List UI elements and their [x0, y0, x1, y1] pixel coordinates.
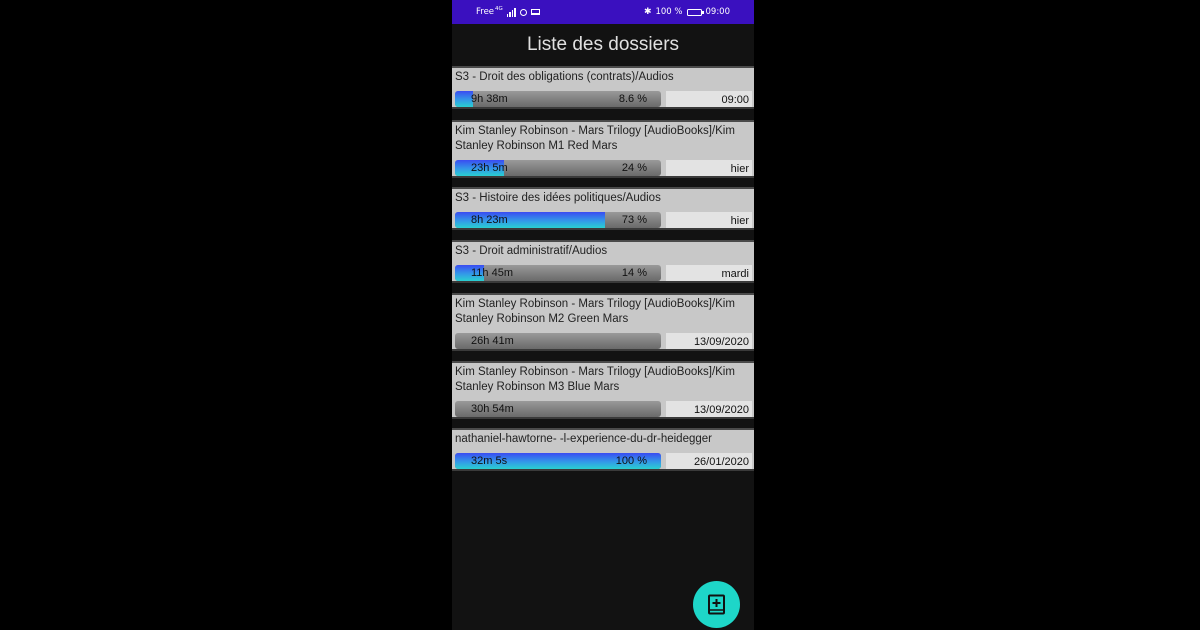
folder-name: nathaniel-hawtorne- -l-experience-du-dr-… [455, 433, 712, 445]
folder-duration: 23h 5m [471, 162, 508, 174]
carrier-label: Free [476, 7, 495, 17]
laptop-icon [530, 9, 540, 15]
add-book-icon [707, 594, 725, 614]
folder-card[interactable]: Kim Stanley Robinson - Mars Trilogy [Aud… [452, 361, 754, 419]
folder-percent: 100 % [615, 455, 647, 467]
clock: 09:00 [705, 7, 731, 17]
folder-duration: 26h 41m [471, 335, 514, 347]
folder-card[interactable]: Kim Stanley Robinson - Mars Trilogy [Aud… [452, 293, 754, 351]
bluetooth-icon: ✱ [643, 7, 652, 17]
folder-name: S3 - Droit des obligations (contrats)/Au… [455, 71, 674, 83]
folder-date: hier [666, 212, 752, 228]
status-right: ✱ 100 % 09:00 [644, 7, 730, 17]
progress-bar: 23h 5m 24 % [455, 160, 661, 176]
folder-date: 09:00 [666, 91, 752, 107]
folder-card[interactable]: S3 - Droit administratif/Audios 11h 45m 14… [452, 240, 754, 283]
progress-bar: 11h 45m 14 % [455, 265, 661, 281]
folder-name: S3 - Histoire des idées politiques/Audio… [455, 192, 661, 204]
folder-name: Kim Stanley Robinson - Mars Trilogy [Aud… [455, 366, 735, 393]
folder-percent: 73 % [621, 214, 647, 226]
folder-card[interactable]: S3 - Histoire des idées politiques/Audio… [452, 187, 754, 230]
progress-bar: 9h 38m 8.6 % [455, 91, 661, 107]
folder-duration: 9h 38m [471, 93, 508, 105]
phone-screen: Free 4G ✱ 100 % 09:00 Liste des dossiers… [452, 0, 754, 630]
folder-name: Kim Stanley Robinson - Mars Trilogy [Aud… [455, 298, 735, 325]
progress-bar: 32m 5s 100 % [455, 453, 661, 469]
progress-bar: 8h 23m 73 % [455, 212, 661, 228]
folder-name: Kim Stanley Robinson - Mars Trilogy [Aud… [455, 125, 735, 152]
battery-icon [686, 8, 704, 16]
folder-card[interactable]: Kim Stanley Robinson - Mars Trilogy [Aud… [452, 120, 754, 178]
progress-bar: 30h 54m [455, 401, 661, 417]
folder-duration: 30h 54m [471, 403, 514, 415]
folder-name: S3 - Droit administratif/Audios [455, 245, 608, 257]
folder-duration: 8h 23m [471, 214, 508, 226]
page-title: Liste des dossiers [526, 34, 680, 55]
folder-date: 26/01/2020 [666, 453, 752, 469]
folder-duration: 11h 45m [471, 267, 513, 279]
folder-date: 13/09/2020 [666, 401, 752, 417]
folder-date: hier [666, 160, 752, 176]
folder-percent: 8.6 % [618, 93, 647, 105]
folder-duration: 32m 5s [471, 455, 508, 467]
folder-percent: 14 % [621, 267, 647, 279]
folder-date: 13/09/2020 [666, 333, 752, 349]
signal-icon [506, 7, 516, 17]
status-bar: Free 4G ✱ 100 % 09:00 [452, 0, 754, 24]
progress-bar: 26h 41m [455, 333, 661, 349]
network-type: 4G [495, 6, 503, 12]
battery-percent: 100 % [655, 7, 683, 17]
status-left: Free 4G [476, 6, 540, 17]
add-folder-button[interactable] [693, 581, 740, 628]
folder-date: mardi [666, 265, 752, 281]
folder-percent: 24 % [621, 162, 647, 174]
folder-card[interactable]: nathaniel-hawtorne- -l-experience-du-dr-… [452, 428, 754, 471]
folder-card[interactable]: S3 - Droit des obligations (contrats)/Au… [452, 66, 754, 109]
hotspot-icon [519, 8, 527, 16]
